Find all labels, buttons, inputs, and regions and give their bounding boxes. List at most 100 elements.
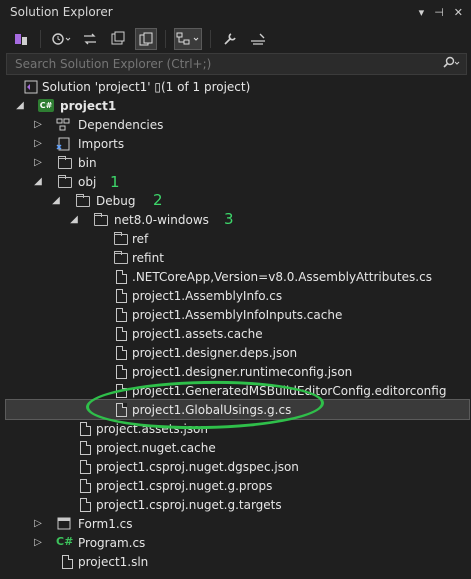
tree-label: project1.csproj.nuget.dgspec.json: [96, 459, 299, 474]
tree-row-project[interactable]: ◢ C# project1: [0, 96, 471, 115]
file-icon: [80, 460, 91, 474]
tree-row-debug[interactable]: ◢ Debug: [0, 191, 471, 210]
expanded-arrow-icon[interactable]: ◢: [14, 100, 26, 111]
tree-label: ref: [132, 231, 149, 246]
folder-icon: [58, 156, 72, 169]
folder-icon: [114, 251, 128, 264]
tree-label: project1.sln: [78, 554, 149, 569]
tree-row-file[interactable]: project1.AssemblyInfo.cs: [0, 286, 471, 305]
tree-row-solution[interactable]: Solution 'project1' ▯(1 of 1 project): [0, 77, 471, 96]
tree-label: Debug: [96, 193, 136, 208]
tree-label: Form1.cs: [78, 516, 133, 531]
file-icon: [80, 498, 91, 512]
separator: [165, 30, 166, 48]
tree-row-sln[interactable]: project1.sln: [0, 552, 471, 571]
expanded-arrow-icon[interactable]: ◢: [68, 214, 80, 225]
tree-label: Program.cs: [78, 535, 146, 550]
properties-icon[interactable]: [219, 28, 241, 50]
search-input[interactable]: [13, 56, 417, 72]
tree-label: project1.csproj.nuget.g.targets: [96, 497, 282, 512]
collapsed-arrow-icon[interactable]: ▷: [32, 157, 44, 168]
collapsed-arrow-icon[interactable]: ▷: [32, 518, 44, 529]
tree-row-dependencies[interactable]: ▷ Dependencies: [0, 115, 471, 134]
show-all-icon[interactable]: [135, 28, 157, 50]
tree-row-file[interactable]: project1.csproj.nuget.dgspec.json: [0, 457, 471, 476]
vs-switch-icon[interactable]: [10, 28, 32, 50]
file-icon: [80, 441, 91, 455]
folder-open-icon: [76, 194, 90, 207]
tree-row-refint[interactable]: refint: [0, 248, 471, 267]
tree-row-program[interactable]: ▷ C# Program.cs: [0, 533, 471, 552]
tree-label: project1.AssemblyInfo.cs: [132, 288, 283, 303]
tree-label: Solution 'project1' ▯(1 of 1 project): [42, 79, 251, 94]
folder-open-icon: [94, 213, 108, 226]
solution-icon: [24, 80, 38, 94]
file-icon: [116, 346, 127, 360]
tree-row-file[interactable]: project1.designer.deps.json: [0, 343, 471, 362]
file-icon: [116, 308, 127, 322]
search-box[interactable]: [6, 53, 467, 75]
expanded-arrow-icon[interactable]: ◢: [32, 176, 44, 187]
file-icon: [62, 555, 73, 569]
collapsed-arrow-icon[interactable]: ▷: [32, 138, 44, 149]
window-controls: ▾ ⊣ ✕: [419, 6, 463, 19]
tree-row-file[interactable]: project1.designer.runtimeconfig.json: [0, 362, 471, 381]
toolbar: [0, 24, 471, 54]
separator: [40, 30, 41, 48]
history-icon[interactable]: [49, 28, 73, 50]
form-icon: [56, 517, 71, 531]
tree-label: project1.AssemblyInfoInputs.cache: [132, 307, 343, 322]
tree-label: obj: [78, 174, 97, 189]
file-icon: [80, 422, 91, 436]
tree-label: project1.assets.cache: [132, 326, 263, 341]
collapsed-arrow-icon[interactable]: ▷: [32, 119, 44, 130]
file-icon: [116, 327, 127, 341]
tree-row-ref[interactable]: ref: [0, 229, 471, 248]
search-icon[interactable]: [440, 56, 460, 73]
tree-label: Dependencies: [78, 117, 164, 132]
file-icon: [116, 365, 127, 379]
title-bar: Solution Explorer ▾ ⊣ ✕: [0, 0, 471, 24]
tree-label: refint: [132, 250, 164, 265]
tree-row-file[interactable]: .NETCoreApp,Version=v8.0.AssemblyAttribu…: [0, 267, 471, 286]
collapse-icon[interactable]: [107, 28, 129, 50]
tree-label: net8.0-windows: [114, 212, 209, 227]
annotation-number: 1: [110, 173, 120, 191]
tree-label: .NETCoreApp,Version=v8.0.AssemblyAttribu…: [132, 269, 432, 284]
preview-icon[interactable]: [174, 28, 202, 50]
folder-open-icon: [58, 175, 72, 188]
expanded-arrow-icon[interactable]: ◢: [50, 195, 62, 206]
imports-icon: [56, 137, 70, 151]
tree-row-imports[interactable]: ▷ Imports: [0, 134, 471, 153]
file-icon: [116, 270, 127, 284]
tree-label: project1: [60, 98, 117, 113]
tree-row-file[interactable]: project1.assets.cache: [0, 324, 471, 343]
csharp-file-icon: C#: [56, 535, 74, 548]
tree-label: Imports: [78, 136, 125, 151]
tree-row-file[interactable]: project1.csproj.nuget.g.props: [0, 476, 471, 495]
tree-row-file[interactable]: project1.csproj.nuget.g.targets: [0, 495, 471, 514]
annotation-number: 3: [224, 210, 234, 228]
tree-label: bin: [78, 155, 97, 170]
tree-row-net8[interactable]: ◢ net8.0-windows: [0, 210, 471, 229]
tree-row-file[interactable]: project.nuget.cache: [0, 438, 471, 457]
close-icon[interactable]: ✕: [454, 6, 463, 19]
dropdown-icon[interactable]: ▾: [419, 6, 425, 19]
tree-label: project1.designer.deps.json: [132, 345, 298, 360]
sync-icon[interactable]: [79, 28, 101, 50]
dependencies-icon: [56, 118, 70, 132]
tree-row-obj[interactable]: ◢ obj: [0, 172, 471, 191]
annotation-number: 2: [153, 191, 163, 209]
file-icon: [116, 289, 127, 303]
preview-selected-icon[interactable]: [247, 28, 269, 50]
tree-label: project.nuget.cache: [96, 440, 216, 455]
collapsed-arrow-icon[interactable]: ▷: [32, 537, 44, 548]
csharp-project-icon: C#: [38, 99, 54, 112]
pin-icon[interactable]: ⊣: [434, 6, 444, 19]
window-title: Solution Explorer: [10, 5, 113, 19]
file-icon: [80, 479, 91, 493]
tree-row-file[interactable]: project1.AssemblyInfoInputs.cache: [0, 305, 471, 324]
tree-row-form1[interactable]: ▷ Form1.cs: [0, 514, 471, 533]
tree-label: project1.csproj.nuget.g.props: [96, 478, 273, 493]
tree-row-bin[interactable]: ▷ bin: [0, 153, 471, 172]
